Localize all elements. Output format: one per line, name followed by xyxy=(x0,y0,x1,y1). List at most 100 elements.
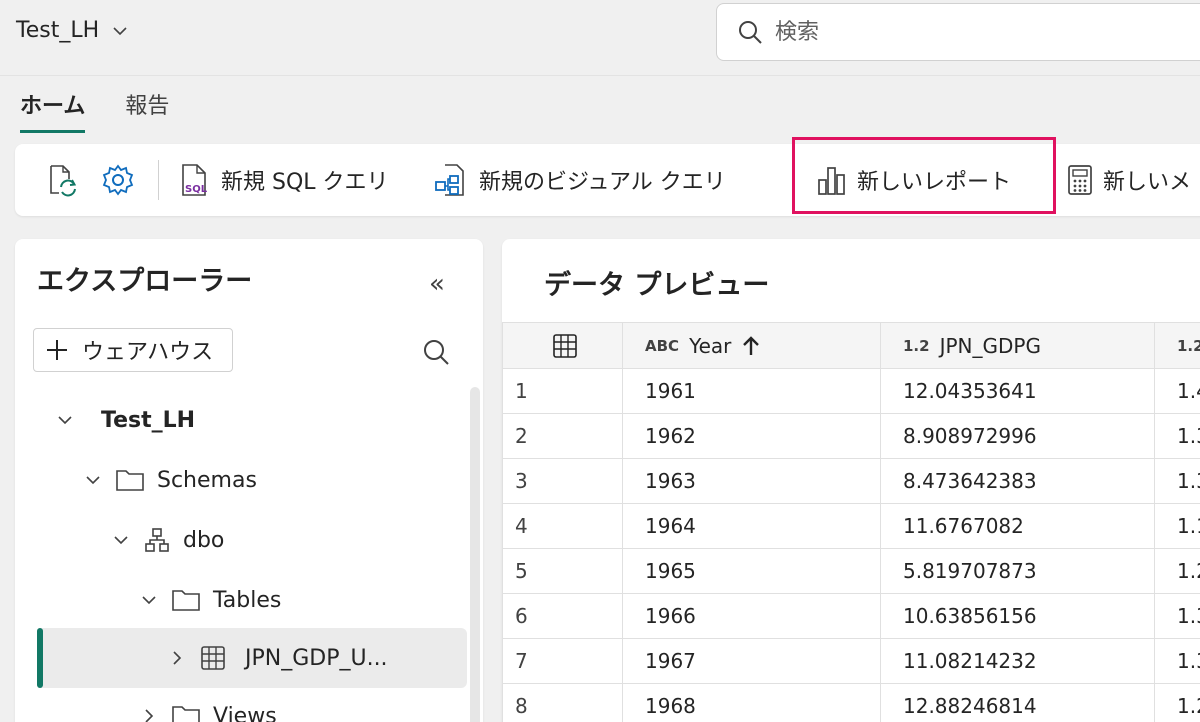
tab-home[interactable]: ホーム xyxy=(20,88,86,133)
explorer-panel: エクスプローラー « ウェアハウス Test_LH Schemas dbo Ta… xyxy=(15,239,483,722)
row-number-cell[interactable]: 6 xyxy=(502,593,623,639)
new-measure-button[interactable]: 新しいメ xyxy=(1065,144,1191,216)
column-3-cell[interactable]: 1.3 xyxy=(1154,593,1200,639)
column-3-cell[interactable]: 1.4 xyxy=(1154,368,1200,414)
tree-item-label: Schemas xyxy=(157,467,257,493)
year-cell[interactable]: 1964 xyxy=(622,503,881,549)
row-number-cell[interactable]: 8 xyxy=(502,683,623,722)
year-cell[interactable]: 1963 xyxy=(622,458,881,504)
jpn-gdpg-cell[interactable]: 11.08214232 xyxy=(880,638,1155,684)
tree-item-table-jpn-gdp[interactable]: JPN_GDP_U... xyxy=(167,633,388,683)
tree-item-label: JPN_GDP_U... xyxy=(245,645,388,671)
refresh-button[interactable] xyxy=(45,144,79,216)
table-icon xyxy=(201,646,225,670)
table-row[interactable]: 319638.4736423831.3 xyxy=(502,458,1200,504)
new-visual-query-label: 新規のビジュアル クエリ xyxy=(479,170,726,195)
search-input[interactable] xyxy=(775,19,1175,45)
explorer-title: エクスプローラー xyxy=(37,266,253,297)
chevron-right-icon xyxy=(173,651,182,665)
table-row[interactable]: 219628.9089729961.3 xyxy=(502,413,1200,459)
search-box[interactable] xyxy=(716,3,1200,61)
row-number-cell[interactable]: 2 xyxy=(502,413,623,459)
decimal-type-badge: 1.2 xyxy=(903,336,930,355)
add-warehouse-button[interactable]: ウェアハウス xyxy=(33,328,233,372)
row-number-cell[interactable]: 3 xyxy=(502,458,623,504)
table-row[interactable]: 1196112.043536411.4 xyxy=(502,368,1200,414)
new-report-button[interactable]: 新しいレポート xyxy=(815,144,1011,216)
table-row[interactable]: 6196610.638561561.3 xyxy=(502,593,1200,639)
new-report-label: 新しいレポート xyxy=(857,170,1012,195)
row-number-header[interactable] xyxy=(502,322,623,369)
tab-report[interactable]: 報告 xyxy=(125,88,169,133)
new-sql-query-label: 新規 SQL クエリ xyxy=(221,170,389,195)
settings-button[interactable] xyxy=(101,144,135,216)
row-number-cell[interactable]: 5 xyxy=(502,548,623,594)
column-3-cell[interactable]: 1.1 xyxy=(1154,503,1200,549)
table-header-row: ABC Year 1.2 JPN_GDPG 1.2 xyxy=(502,322,1200,369)
jpn-gdpg-cell[interactable]: 5.819707873 xyxy=(880,548,1155,594)
year-cell[interactable]: 1961 xyxy=(622,368,881,414)
jpn-gdpg-cell[interactable]: 11.6767082 xyxy=(880,503,1155,549)
search-icon xyxy=(739,21,762,44)
explorer-scrollbar[interactable] xyxy=(470,387,480,722)
decimal-type-badge: 1.2 xyxy=(1177,336,1200,355)
tree-item-tables[interactable]: Tables xyxy=(139,575,281,625)
refresh-icon xyxy=(50,165,77,197)
jpn-gdpg-cell[interactable]: 12.88246814 xyxy=(880,683,1155,722)
chevron-down-icon xyxy=(113,26,127,35)
visual-query-icon xyxy=(435,164,464,196)
svg-text:SQL: SQL xyxy=(185,184,208,195)
table-row[interactable]: 7196711.082142321.3 xyxy=(502,638,1200,684)
tree-item-lakehouse[interactable]: Test_LH xyxy=(55,395,195,445)
ribbon-toolbar: SQL 新規 SQL クエリ 新規のビジュアル クエリ 新しいレポート 新しいメ xyxy=(15,144,1200,216)
table-row[interactable]: 519655.8197078731.2 xyxy=(502,548,1200,594)
workspace-switcher[interactable]: Test_LH xyxy=(16,18,129,43)
new-measure-label: 新しいメ xyxy=(1103,170,1192,195)
plus-icon xyxy=(47,340,67,360)
row-number-cell[interactable]: 7 xyxy=(502,638,623,684)
tree-item-label: Views xyxy=(213,703,277,722)
row-number-cell[interactable]: 1 xyxy=(502,368,623,414)
bar-chart-icon xyxy=(818,167,845,195)
column-3-cell[interactable]: 1.3 xyxy=(1154,458,1200,504)
new-sql-query-button[interactable]: SQL 新規 SQL クエリ xyxy=(177,144,389,216)
workspace-name: Test_LH xyxy=(16,18,100,43)
chevron-right-icon xyxy=(145,709,154,722)
data-preview-panel: データ プレビュー ABC Year 1.2 JPN_GDPG 1. 1 196… xyxy=(502,239,1200,722)
table-row[interactable]: 4196411.67670821.1 xyxy=(502,503,1200,549)
column-header-jpn-gdpg[interactable]: 1.2 JPN_GDPG xyxy=(880,322,1155,369)
year-cell[interactable]: 1962 xyxy=(622,413,881,459)
data-preview-title: データ プレビュー xyxy=(544,270,770,301)
column-3-cell[interactable]: 1.2 xyxy=(1154,548,1200,594)
jpn-gdpg-cell[interactable]: 8.908972996 xyxy=(880,413,1155,459)
jpn-gdpg-cell[interactable]: 8.473642383 xyxy=(880,458,1155,504)
new-visual-query-button[interactable]: 新規のビジュアル クエリ xyxy=(433,144,726,216)
schema-icon xyxy=(145,528,169,552)
column-header-year[interactable]: ABC Year xyxy=(622,322,881,369)
ribbon-divider xyxy=(158,160,159,200)
title-bar: Test_LH xyxy=(0,0,1200,76)
table-row[interactable]: 8196812.882468141.2 xyxy=(502,683,1200,722)
tree-item-views[interactable]: Views xyxy=(139,691,277,722)
year-cell[interactable]: 1967 xyxy=(622,638,881,684)
jpn-gdpg-cell[interactable]: 10.63856156 xyxy=(880,593,1155,639)
column-3-cell[interactable]: 1.2 xyxy=(1154,683,1200,722)
year-cell[interactable]: 1966 xyxy=(622,593,881,639)
column-header-3[interactable]: 1.2 xyxy=(1154,322,1200,369)
tree-item-label: Tables xyxy=(213,587,282,613)
jpn-gdpg-cell[interactable]: 12.04353641 xyxy=(880,368,1155,414)
tree-item-dbo[interactable]: dbo xyxy=(111,515,224,565)
folder-icon xyxy=(172,590,200,611)
tree-item-schemas[interactable]: Schemas xyxy=(83,455,257,505)
column-3-cell[interactable]: 1.3 xyxy=(1154,638,1200,684)
chevron-down-icon xyxy=(86,476,100,485)
chevron-down-icon xyxy=(58,416,72,425)
selection-indicator xyxy=(37,628,43,688)
collapse-panel-button[interactable]: « xyxy=(429,269,445,299)
search-icon[interactable] xyxy=(421,337,451,367)
year-cell[interactable]: 1965 xyxy=(622,548,881,594)
year-cell[interactable]: 1968 xyxy=(622,683,881,722)
sort-ascending-icon xyxy=(743,335,760,355)
column-3-cell[interactable]: 1.3 xyxy=(1154,413,1200,459)
row-number-cell[interactable]: 4 xyxy=(502,503,623,549)
